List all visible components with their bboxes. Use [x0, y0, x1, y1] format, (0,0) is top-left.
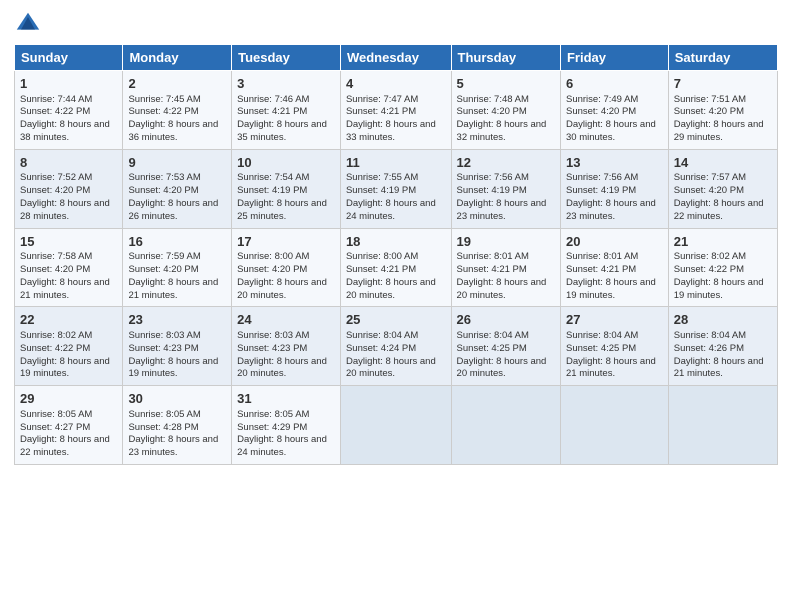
calendar-cell: 16Sunrise: 7:59 AMSunset: 4:20 PMDayligh…	[123, 228, 232, 307]
day-number: 4	[346, 75, 446, 93]
calendar-cell: 20Sunrise: 8:01 AMSunset: 4:21 PMDayligh…	[560, 228, 668, 307]
calendar-cell: 28Sunrise: 8:04 AMSunset: 4:26 PMDayligh…	[668, 307, 777, 386]
calendar-cell: 1Sunrise: 7:44 AMSunset: 4:22 PMDaylight…	[15, 71, 123, 150]
header-cell-friday: Friday	[560, 45, 668, 71]
logo-icon	[14, 10, 42, 38]
header-cell-sunday: Sunday	[15, 45, 123, 71]
calendar-cell: 15Sunrise: 7:58 AMSunset: 4:20 PMDayligh…	[15, 228, 123, 307]
calendar-week-4: 22Sunrise: 8:02 AMSunset: 4:22 PMDayligh…	[15, 307, 778, 386]
day-number: 2	[128, 75, 226, 93]
header-cell-tuesday: Tuesday	[232, 45, 341, 71]
calendar-cell: 10Sunrise: 7:54 AMSunset: 4:19 PMDayligh…	[232, 149, 341, 228]
calendar-cell	[451, 386, 560, 465]
day-number: 28	[674, 311, 772, 329]
day-number: 6	[566, 75, 663, 93]
day-number: 8	[20, 154, 117, 172]
logo	[14, 10, 46, 38]
header-cell-wednesday: Wednesday	[340, 45, 451, 71]
calendar-cell: 22Sunrise: 8:02 AMSunset: 4:22 PMDayligh…	[15, 307, 123, 386]
calendar-cell: 12Sunrise: 7:56 AMSunset: 4:19 PMDayligh…	[451, 149, 560, 228]
day-number: 11	[346, 154, 446, 172]
day-number: 20	[566, 233, 663, 251]
day-number: 9	[128, 154, 226, 172]
day-number: 14	[674, 154, 772, 172]
calendar-cell	[340, 386, 451, 465]
calendar-table: SundayMondayTuesdayWednesdayThursdayFrid…	[14, 44, 778, 465]
day-number: 27	[566, 311, 663, 329]
calendar-cell: 25Sunrise: 8:04 AMSunset: 4:24 PMDayligh…	[340, 307, 451, 386]
header-cell-thursday: Thursday	[451, 45, 560, 71]
calendar-cell: 5Sunrise: 7:48 AMSunset: 4:20 PMDaylight…	[451, 71, 560, 150]
calendar-cell: 9Sunrise: 7:53 AMSunset: 4:20 PMDaylight…	[123, 149, 232, 228]
calendar-cell: 14Sunrise: 7:57 AMSunset: 4:20 PMDayligh…	[668, 149, 777, 228]
header-cell-monday: Monday	[123, 45, 232, 71]
calendar-cell: 2Sunrise: 7:45 AMSunset: 4:22 PMDaylight…	[123, 71, 232, 150]
day-number: 12	[457, 154, 555, 172]
calendar-cell: 23Sunrise: 8:03 AMSunset: 4:23 PMDayligh…	[123, 307, 232, 386]
day-number: 29	[20, 390, 117, 408]
calendar-week-5: 29Sunrise: 8:05 AMSunset: 4:27 PMDayligh…	[15, 386, 778, 465]
calendar-cell: 19Sunrise: 8:01 AMSunset: 4:21 PMDayligh…	[451, 228, 560, 307]
calendar-cell: 7Sunrise: 7:51 AMSunset: 4:20 PMDaylight…	[668, 71, 777, 150]
calendar-cell: 24Sunrise: 8:03 AMSunset: 4:23 PMDayligh…	[232, 307, 341, 386]
calendar-body: 1Sunrise: 7:44 AMSunset: 4:22 PMDaylight…	[15, 71, 778, 465]
day-number: 17	[237, 233, 335, 251]
calendar-header-row: SundayMondayTuesdayWednesdayThursdayFrid…	[15, 45, 778, 71]
header	[14, 10, 778, 38]
day-number: 18	[346, 233, 446, 251]
calendar-cell: 11Sunrise: 7:55 AMSunset: 4:19 PMDayligh…	[340, 149, 451, 228]
calendar-week-2: 8Sunrise: 7:52 AMSunset: 4:20 PMDaylight…	[15, 149, 778, 228]
day-number: 19	[457, 233, 555, 251]
day-number: 31	[237, 390, 335, 408]
day-number: 15	[20, 233, 117, 251]
day-number: 7	[674, 75, 772, 93]
calendar-cell: 21Sunrise: 8:02 AMSunset: 4:22 PMDayligh…	[668, 228, 777, 307]
day-number: 13	[566, 154, 663, 172]
day-number: 24	[237, 311, 335, 329]
calendar-cell	[560, 386, 668, 465]
day-number: 30	[128, 390, 226, 408]
calendar-cell: 8Sunrise: 7:52 AMSunset: 4:20 PMDaylight…	[15, 149, 123, 228]
day-number: 25	[346, 311, 446, 329]
calendar-cell	[668, 386, 777, 465]
calendar-cell: 3Sunrise: 7:46 AMSunset: 4:21 PMDaylight…	[232, 71, 341, 150]
day-number: 26	[457, 311, 555, 329]
day-number: 16	[128, 233, 226, 251]
day-number: 3	[237, 75, 335, 93]
calendar-week-1: 1Sunrise: 7:44 AMSunset: 4:22 PMDaylight…	[15, 71, 778, 150]
day-number: 5	[457, 75, 555, 93]
day-number: 10	[237, 154, 335, 172]
calendar-week-3: 15Sunrise: 7:58 AMSunset: 4:20 PMDayligh…	[15, 228, 778, 307]
day-number: 1	[20, 75, 117, 93]
calendar-cell: 17Sunrise: 8:00 AMSunset: 4:20 PMDayligh…	[232, 228, 341, 307]
calendar-cell: 29Sunrise: 8:05 AMSunset: 4:27 PMDayligh…	[15, 386, 123, 465]
calendar-cell: 26Sunrise: 8:04 AMSunset: 4:25 PMDayligh…	[451, 307, 560, 386]
calendar-cell: 6Sunrise: 7:49 AMSunset: 4:20 PMDaylight…	[560, 71, 668, 150]
day-number: 21	[674, 233, 772, 251]
calendar-cell: 30Sunrise: 8:05 AMSunset: 4:28 PMDayligh…	[123, 386, 232, 465]
calendar-cell: 13Sunrise: 7:56 AMSunset: 4:19 PMDayligh…	[560, 149, 668, 228]
header-cell-saturday: Saturday	[668, 45, 777, 71]
calendar-cell: 31Sunrise: 8:05 AMSunset: 4:29 PMDayligh…	[232, 386, 341, 465]
page-container: SundayMondayTuesdayWednesdayThursdayFrid…	[0, 0, 792, 475]
calendar-cell: 18Sunrise: 8:00 AMSunset: 4:21 PMDayligh…	[340, 228, 451, 307]
day-number: 22	[20, 311, 117, 329]
calendar-cell: 4Sunrise: 7:47 AMSunset: 4:21 PMDaylight…	[340, 71, 451, 150]
day-number: 23	[128, 311, 226, 329]
calendar-cell: 27Sunrise: 8:04 AMSunset: 4:25 PMDayligh…	[560, 307, 668, 386]
